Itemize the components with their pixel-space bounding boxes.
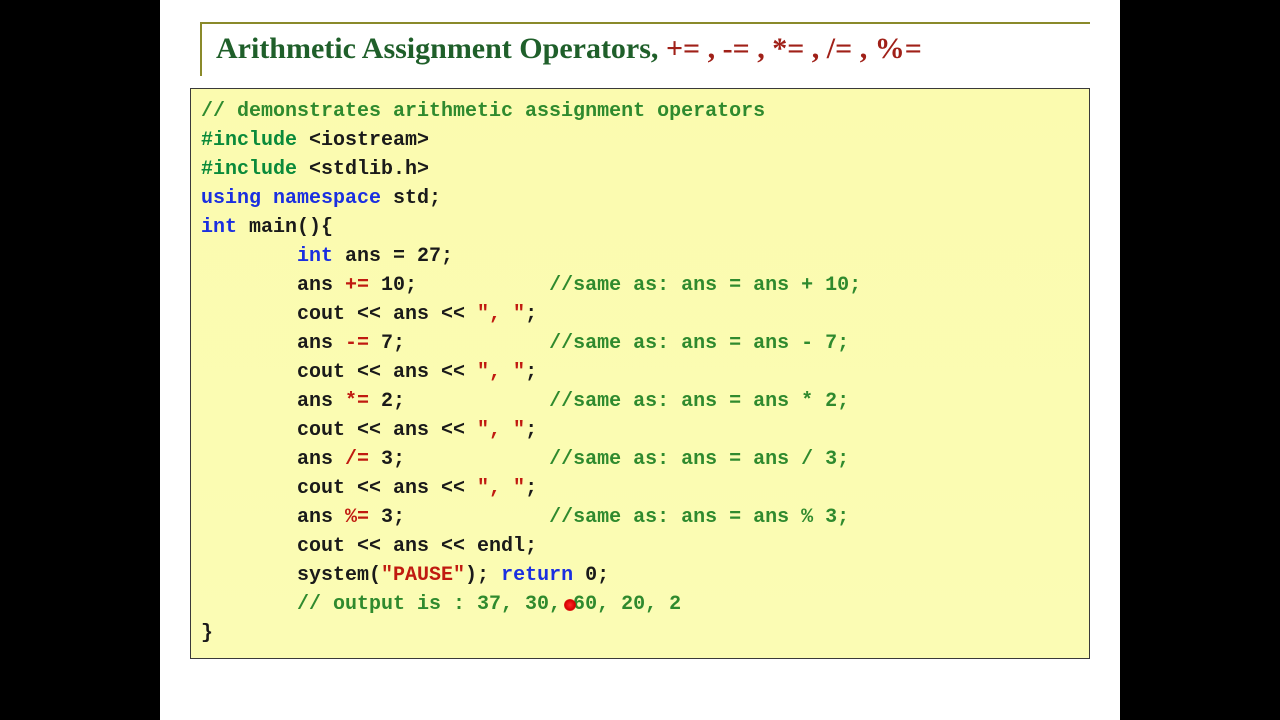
operator: /= (345, 448, 369, 471)
code-text: ; (525, 419, 537, 442)
string-literal: ", " (477, 303, 525, 326)
code-text: main(){ (249, 216, 333, 239)
code-text: 2; (369, 390, 405, 413)
keyword: return (501, 564, 585, 587)
preprocessor: #include (201, 158, 309, 181)
code-text: 7; (369, 332, 405, 355)
operator: %= (345, 506, 369, 529)
code-comment: //same as: ans = ans - 7; (549, 332, 849, 355)
keyword: int (297, 245, 345, 268)
operator: -= (345, 332, 369, 355)
header-name: <stdlib.h> (309, 158, 429, 181)
code-text: cout << ans << (297, 419, 477, 442)
code-comment: // output is : 37, 30, 60, 20, 2 (297, 593, 681, 616)
slide: Arithmetic Assignment Operators, += , -=… (160, 0, 1120, 720)
code-comment: //same as: ans = ans + 10; (549, 274, 861, 297)
keyword: int (201, 216, 249, 239)
string-literal: ", " (477, 361, 525, 384)
code-text: cout << ans << (297, 303, 477, 326)
code-text: ans (297, 506, 345, 529)
code-text: ans (297, 332, 345, 355)
code-text: cout << ans << (297, 361, 477, 384)
string-literal: "PAUSE" (381, 564, 465, 587)
code-text: ans (297, 390, 345, 413)
operator: += (345, 274, 369, 297)
code-text: ; (525, 303, 537, 326)
code-text: cout << ans << endl; (297, 535, 537, 558)
code-text: 3; (369, 448, 405, 471)
header-name: <iostream> (309, 129, 429, 152)
preprocessor: #include (201, 129, 309, 152)
code-text: system( (297, 564, 381, 587)
keyword: using (201, 187, 273, 210)
title-operators: += , -= , *= , /= , %= (666, 32, 922, 65)
code-text: } (201, 622, 213, 645)
code-text: 0; (585, 564, 609, 587)
code-text: cout << ans << (297, 477, 477, 500)
code-text: ans (297, 274, 345, 297)
code-comment: //same as: ans = ans / 3; (549, 448, 849, 471)
code-block: // demonstrates arithmetic assignment op… (190, 88, 1090, 659)
slide-title: Arithmetic Assignment Operators, += , -=… (200, 22, 1090, 76)
code-text: ; (525, 477, 537, 500)
operator: *= (345, 390, 369, 413)
string-literal: ", " (477, 477, 525, 500)
string-literal: ", " (477, 419, 525, 442)
code-text: ans (297, 448, 345, 471)
code-comment: // demonstrates arithmetic assignment op… (201, 100, 765, 123)
code-text: ; (525, 361, 537, 384)
keyword: namespace (273, 187, 393, 210)
code-text: std; (393, 187, 441, 210)
title-text: Arithmetic Assignment Operators, (216, 32, 666, 65)
code-comment: //same as: ans = ans % 3; (549, 506, 849, 529)
code-text: 10; (369, 274, 417, 297)
code-text: 3; (369, 506, 405, 529)
code-text: ans = 27; (345, 245, 453, 268)
code-comment: //same as: ans = ans * 2; (549, 390, 849, 413)
code-text: ); (465, 564, 501, 587)
